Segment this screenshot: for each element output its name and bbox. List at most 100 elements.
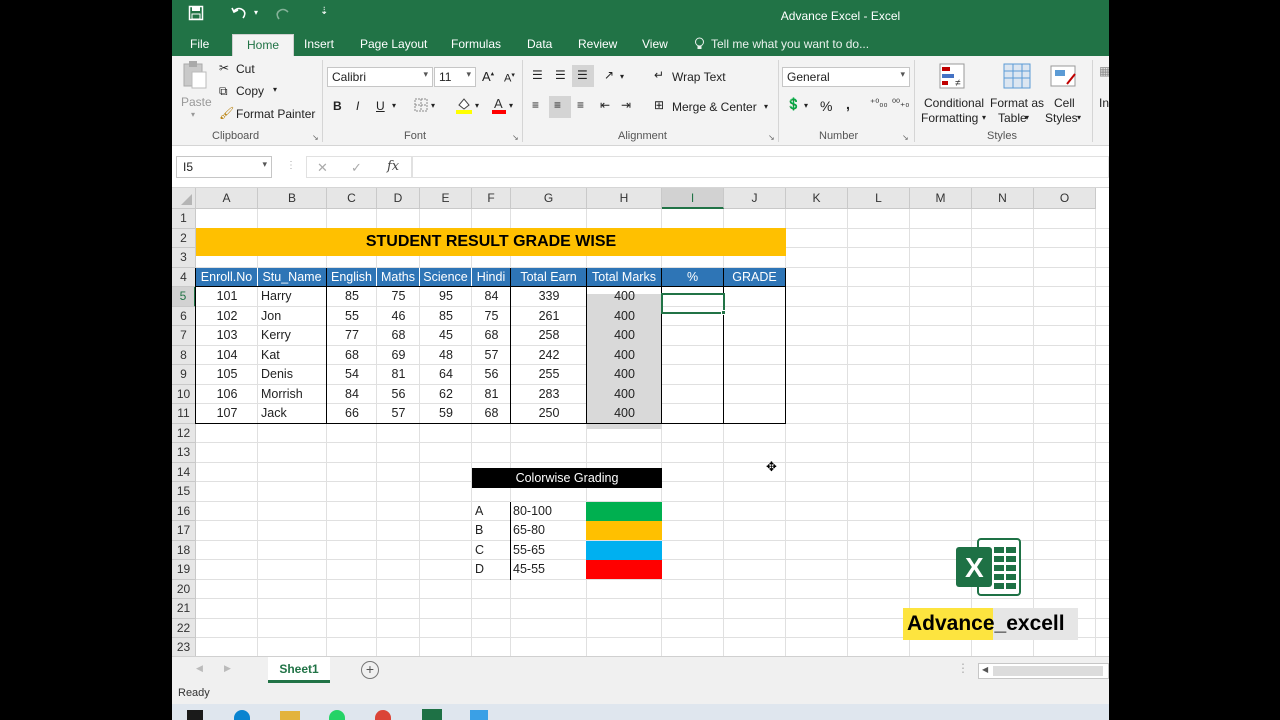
table-cell[interactable]: 84 bbox=[327, 385, 377, 404]
paste-dropdown-icon[interactable]: ▾ bbox=[191, 110, 195, 119]
tab-insert[interactable]: Insert bbox=[304, 37, 334, 51]
column-header-h[interactable]: H bbox=[587, 188, 662, 209]
column-header-g[interactable]: G bbox=[511, 188, 587, 209]
enter-entry-icon[interactable]: ✓ bbox=[351, 160, 362, 176]
table-cell[interactable]: 242 bbox=[511, 346, 587, 365]
increase-font-icon[interactable]: A▴ bbox=[482, 69, 494, 84]
table-cell[interactable]: 56 bbox=[377, 385, 420, 404]
cut-button[interactable]: Cut bbox=[236, 62, 255, 76]
column-header-c[interactable]: C bbox=[327, 188, 377, 209]
tab-file[interactable]: File bbox=[190, 37, 209, 51]
column-header-o[interactable]: O bbox=[1034, 188, 1096, 209]
table-cell[interactable]: 400 bbox=[587, 346, 662, 365]
whatsapp-icon[interactable] bbox=[329, 710, 345, 720]
increase-indent-icon[interactable]: ⇥ bbox=[621, 98, 631, 112]
grade-range[interactable]: 80-100 bbox=[513, 502, 583, 521]
row-header-16[interactable]: 16 bbox=[172, 501, 196, 521]
column-header-n[interactable]: N bbox=[972, 188, 1034, 209]
column-header-k[interactable]: K bbox=[786, 188, 848, 209]
table-cell[interactable]: 85 bbox=[327, 287, 377, 306]
italic-button[interactable]: I bbox=[356, 99, 359, 113]
insert-cells-icon[interactable]: ▦ bbox=[1099, 64, 1109, 78]
decrease-indent-icon[interactable]: ⇤ bbox=[600, 98, 610, 112]
paste-button[interactable]: Paste bbox=[181, 95, 212, 109]
worksheet-grid[interactable]: ABCDEFGHIJKLMNO 1 2 3 4 5 6 7 8 9 10 11 12 13 14 15 16 1… bbox=[172, 188, 1109, 656]
align-middle-icon[interactable]: ☰ bbox=[555, 68, 566, 82]
table-cell[interactable]: 57 bbox=[377, 404, 420, 423]
conditional-formatting-label-1[interactable]: Conditional bbox=[924, 96, 984, 110]
grade-range[interactable]: 45-55 bbox=[513, 560, 583, 579]
formula-input[interactable] bbox=[412, 156, 1109, 178]
percent-style-button[interactable]: % bbox=[820, 98, 832, 114]
row-header-2[interactable]: 2 bbox=[172, 228, 196, 248]
alignment-launcher-icon[interactable]: ↘ bbox=[768, 133, 775, 142]
conditional-formatting-icon[interactable]: ≠ bbox=[938, 62, 968, 93]
tab-page-layout[interactable]: Page Layout bbox=[360, 37, 427, 51]
row-header-3[interactable]: 3 bbox=[172, 248, 196, 268]
table-cell[interactable]: 68 bbox=[472, 326, 511, 345]
edge-icon[interactable] bbox=[234, 710, 250, 720]
table-cell[interactable]: 258 bbox=[511, 326, 587, 345]
wrap-text-icon[interactable]: ↵ bbox=[654, 68, 664, 82]
table-cell[interactable]: 55 bbox=[327, 307, 377, 326]
table-cell[interactable]: 77 bbox=[327, 326, 377, 345]
align-bottom-icon[interactable]: ☰ bbox=[572, 65, 594, 87]
comma-style-button[interactable]: , bbox=[846, 96, 850, 112]
table-cell[interactable]: 81 bbox=[472, 385, 511, 404]
row-header-20[interactable]: 20 bbox=[172, 579, 196, 599]
sheet-tab-sheet1[interactable]: Sheet1 bbox=[268, 657, 330, 683]
scroll-right-icon[interactable]: ▶ bbox=[224, 663, 231, 674]
tab-review[interactable]: Review bbox=[578, 37, 617, 51]
table-header-cell[interactable]: Stu_Name bbox=[258, 267, 327, 287]
table-cell[interactable]: 103 bbox=[196, 326, 258, 345]
table-cell[interactable]: 400 bbox=[587, 365, 662, 384]
increase-decimal-icon[interactable]: ⁺⁰₀₀ bbox=[870, 98, 888, 109]
table-cell[interactable]: 75 bbox=[377, 287, 420, 306]
table-header-cell[interactable]: English bbox=[327, 267, 377, 287]
table-header-cell[interactable]: Enroll.No bbox=[196, 267, 258, 287]
format-painter-button[interactable]: Format Painter bbox=[236, 107, 315, 121]
align-center-icon[interactable]: ≡ bbox=[549, 96, 571, 118]
table-cell[interactable]: 400 bbox=[587, 287, 662, 306]
orientation-dropdown-icon[interactable]: ▾ bbox=[620, 72, 624, 81]
font-launcher-icon[interactable]: ↘ bbox=[512, 133, 519, 142]
table-cell[interactable]: 283 bbox=[511, 385, 587, 404]
table-cell[interactable]: 59 bbox=[420, 404, 472, 423]
cell-styles-label-1[interactable]: Cell bbox=[1054, 96, 1075, 110]
table-cell[interactable]: 105 bbox=[196, 365, 258, 384]
table-cell[interactable]: 48 bbox=[420, 346, 472, 365]
column-header-f[interactable]: F bbox=[472, 188, 511, 209]
cell-styles-label-2[interactable]: Styles bbox=[1045, 111, 1078, 125]
grade-letter[interactable]: A bbox=[475, 502, 510, 521]
align-top-icon[interactable]: ☰ bbox=[532, 68, 543, 82]
cell-styles-dropdown-icon[interactable]: ▾ bbox=[1077, 113, 1081, 122]
cut-icon[interactable]: ✂ bbox=[219, 61, 229, 75]
grade-range[interactable]: 65-80 bbox=[513, 521, 583, 540]
grade-letter[interactable]: C bbox=[475, 541, 510, 560]
row-header-13[interactable]: 13 bbox=[172, 443, 196, 463]
bold-button[interactable]: B bbox=[333, 99, 342, 113]
table-cell[interactable]: 75 bbox=[472, 307, 511, 326]
insert-cells-label[interactable]: In bbox=[1099, 96, 1109, 110]
start-icon[interactable] bbox=[187, 710, 203, 720]
column-header-l[interactable]: L bbox=[848, 188, 910, 209]
table-cell[interactable]: 107 bbox=[196, 404, 258, 423]
table-cell[interactable]: 104 bbox=[196, 346, 258, 365]
scroll-left-arrow-icon[interactable]: ◀ bbox=[982, 665, 988, 674]
table-cell[interactable]: 68 bbox=[327, 346, 377, 365]
align-left-icon[interactable]: ≡ bbox=[532, 98, 539, 112]
tab-home[interactable]: Home bbox=[232, 34, 295, 57]
column-header-b[interactable]: B bbox=[258, 188, 327, 209]
table-cell[interactable]: 255 bbox=[511, 365, 587, 384]
table-cell[interactable]: Harry bbox=[258, 287, 327, 306]
font-color-icon[interactable]: A bbox=[492, 96, 506, 117]
format-painter-icon[interactable]: 🖌 bbox=[219, 106, 234, 120]
table-cell[interactable]: 56 bbox=[472, 365, 511, 384]
row-header-23[interactable]: 23 bbox=[172, 638, 196, 656]
copy-button[interactable]: Copy bbox=[236, 84, 264, 98]
table-header-cell[interactable]: Total Earn bbox=[511, 267, 587, 287]
format-as-table-label-1[interactable]: Format as bbox=[990, 96, 1044, 110]
column-header-j[interactable]: J bbox=[724, 188, 786, 209]
cell-styles-icon[interactable] bbox=[1049, 62, 1079, 93]
table-cell[interactable]: Kat bbox=[258, 346, 327, 365]
